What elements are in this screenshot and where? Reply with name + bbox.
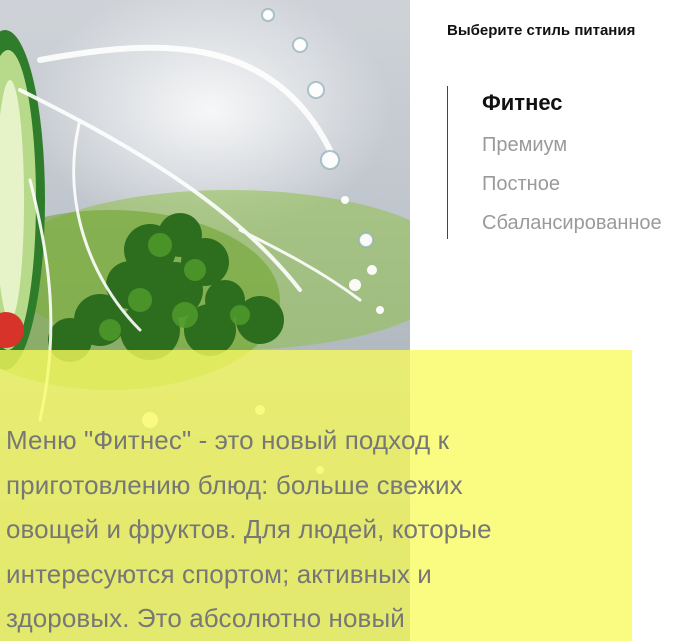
diet-style-menu: Фитнес Премиум Постное Сбалансированное [447, 86, 691, 239]
description-line: овощей и фруктов. Для людей, которые [6, 514, 492, 544]
menu-item-premium[interactable]: Премиум [482, 134, 567, 157]
menu-item-fitness[interactable]: Фитнес [482, 90, 563, 116]
description-line: приготовлению блюд: больше свежих [6, 469, 463, 500]
description-line: интересуются спортом; активных и [6, 558, 432, 589]
menu-item-lenten[interactable]: Постное [482, 173, 560, 196]
description-text: Меню "Фитнес" - это новый подход к приго… [6, 418, 606, 641]
description-line: Меню "Фитнес" - это новый подход к [6, 425, 450, 455]
menu-item-balanced[interactable]: Сбалансированное [482, 212, 662, 235]
menu-title: Выберите стиль питания [447, 22, 636, 39]
description-line: здоровых. Это абсолютно новый [6, 603, 405, 633]
